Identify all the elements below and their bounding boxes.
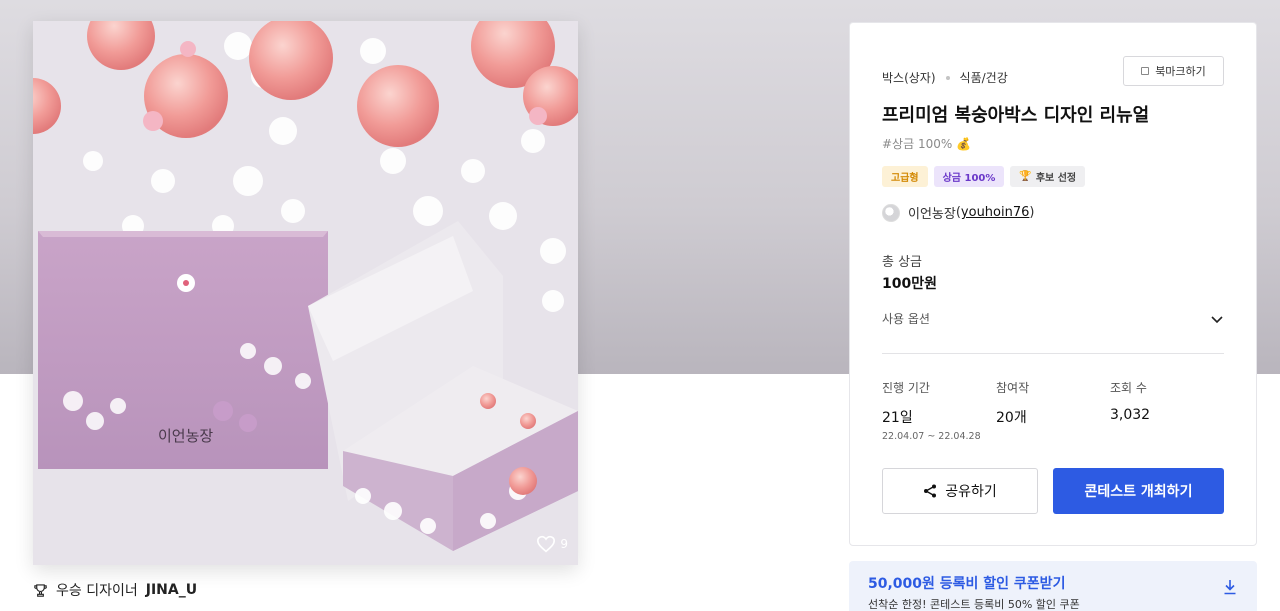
stat-participants-value: 20개: [996, 410, 1027, 426]
host-contest-button[interactable]: 콘테스트 개최하기: [1053, 468, 1224, 514]
stat-views: 조회 수 3,032: [1110, 379, 1224, 442]
stat-participants-label: 참여작: [996, 381, 1030, 395]
stat-period: 진행 기간 21일 22.04.07 ~ 22.04.28: [882, 379, 996, 442]
heart-icon: [537, 535, 556, 553]
bookmark-button[interactable]: 북마크하기: [1123, 56, 1224, 86]
coupon-subtitle: 선착순 한정! 콘테스트 등록비 50% 할인 쿠폰: [868, 598, 1080, 611]
stat-views-value: 3,032: [1110, 407, 1151, 423]
box-brand-text: 이언농장: [158, 427, 213, 445]
badge-list: 고급형 상금 100% 🏆 후보 선정: [882, 166, 1086, 187]
host-avatar: [882, 203, 900, 222]
coupon-banner[interactable]: 50,000원 등록비 할인 쿠폰받기 선착순 한정! 콘테스트 등록비 50%…: [849, 561, 1257, 611]
stat-views-label: 조회 수: [1110, 381, 1147, 395]
like-count: 9: [560, 537, 568, 551]
badge-premium: 고급형: [882, 166, 928, 187]
download-icon[interactable]: [1223, 579, 1237, 595]
breadcrumb-subcategory[interactable]: 식품/건강: [960, 69, 1008, 86]
host-name: 이언농장: [908, 207, 956, 222]
like-counter[interactable]: 9: [536, 535, 568, 553]
badge-prize: 상금 100%: [933, 166, 1005, 187]
share-button[interactable]: 공유하기: [882, 468, 1038, 514]
badge-candidate: 🏆 후보 선정: [1010, 166, 1086, 187]
host-id-link[interactable]: youhoin76: [961, 205, 1029, 220]
breadcrumb: 박스(상자) 식품/건강: [882, 69, 1008, 86]
winner-designer: 우승 디자이너 JINA_U: [33, 580, 197, 600]
usage-options-label: 사용 옵션: [882, 312, 930, 326]
stat-period-label: 진행 기간: [882, 381, 930, 395]
coupon-title: 50,000원 등록비 할인 쿠폰받기: [868, 576, 1066, 592]
host-info: 이언농장(youhoin76): [882, 203, 1034, 222]
breadcrumb-category[interactable]: 박스(상자): [882, 69, 936, 86]
stat-period-dates: 22.04.07 ~ 22.04.28: [882, 431, 981, 442]
bookmark-label: 북마크하기: [1155, 65, 1206, 78]
prize-label: 총 상금: [882, 255, 923, 270]
contest-stats: 진행 기간 21일 22.04.07 ~ 22.04.28 참여작 20개 조회…: [882, 379, 1224, 442]
stat-participants: 참여작 20개: [996, 379, 1110, 442]
winner-name[interactable]: JINA_U: [146, 582, 197, 598]
host-id-paren-close: ): [1029, 205, 1035, 220]
prize-value: 100만원: [882, 276, 937, 292]
badge-candidate-label: 후보 선정: [1035, 173, 1077, 184]
trophy-icon: [34, 583, 47, 597]
breadcrumb-separator: [945, 75, 950, 80]
contest-artwork[interactable]: 이언농장 9: [33, 21, 578, 565]
contest-info-panel: 박스(상자) 식품/건강 북마크하기 프리미엄 복숭아박스 디자인 리뉴얼 #상…: [849, 22, 1257, 546]
chevron-down-icon: [1211, 315, 1223, 323]
share-icon: [924, 484, 937, 498]
peach-box-illustration: 이언농장: [33, 21, 578, 565]
contest-hashtag[interactable]: #상금 100% 💰: [882, 135, 971, 152]
usage-options-toggle[interactable]: 사용 옵션: [882, 310, 1224, 327]
share-label: 공유하기: [945, 484, 997, 500]
trophy-icon: 🏆: [1019, 171, 1032, 182]
divider: [882, 353, 1224, 354]
winner-prefix: 우승 디자이너: [56, 583, 138, 599]
bookmark-icon: [1141, 67, 1150, 75]
contest-title: 프리미엄 복숭아박스 디자인 리뉴얼: [882, 105, 1150, 126]
stat-period-value: 21일: [882, 410, 913, 426]
